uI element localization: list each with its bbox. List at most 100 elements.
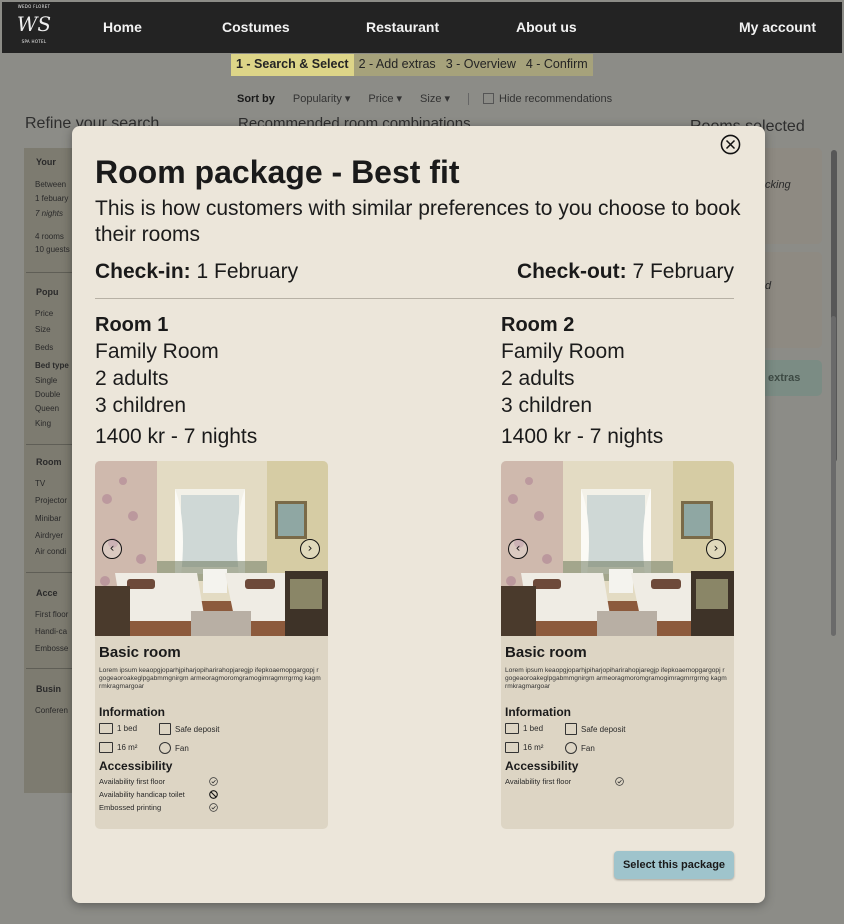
- sort-price[interactable]: Price ▾: [368, 92, 402, 105]
- chevron-left-icon[interactable]: ‹: [102, 539, 122, 559]
- room-heading: Room 1: [95, 314, 169, 336]
- bed-icon: [99, 723, 113, 734]
- filter-guests: 10 guests: [35, 245, 70, 254]
- hotel-logo[interactable]: WEDO FLORET WS SPA HOTEL: [14, 4, 54, 50]
- filter-conference[interactable]: Conferen: [35, 706, 68, 715]
- accessibility-heading: Accessibility: [99, 759, 173, 773]
- filter-your-heading[interactable]: Your: [36, 157, 56, 167]
- room-type: Family Room: [95, 340, 219, 363]
- booking-steps: 1 - Search & Select 2 - Add extras 3 - O…: [231, 54, 593, 76]
- nav-home[interactable]: Home: [103, 19, 142, 35]
- sort-popularity[interactable]: Popularity ▾: [293, 92, 351, 105]
- feature-beds: 1 bed: [505, 723, 543, 734]
- area-icon: [99, 742, 113, 753]
- filter-between: Between: [35, 180, 67, 189]
- chevron-right-icon[interactable]: ›: [300, 539, 320, 559]
- room-adults: 2 adults: [95, 367, 169, 390]
- fan-icon: [565, 742, 577, 754]
- filter-double[interactable]: Double: [35, 390, 60, 399]
- room-type: Family Room: [501, 340, 625, 363]
- bed-icon: [505, 723, 519, 734]
- filter-single[interactable]: Single: [35, 376, 57, 385]
- check-in-value: 1 February: [196, 260, 299, 283]
- hide-recommendations-toggle[interactable]: Hide recommendations: [468, 92, 612, 105]
- card-description: Lorem ipsum keaopgjoparhjpiharjopiharira…: [505, 667, 727, 690]
- close-icon[interactable]: [720, 134, 741, 155]
- accessibility-item: Availability first floor: [505, 777, 572, 786]
- step-search-select[interactable]: 1 - Search & Select: [231, 54, 354, 76]
- card-title: Basic room: [99, 644, 181, 661]
- filter-room-heading[interactable]: Room: [36, 457, 62, 467]
- filter-king[interactable]: King: [35, 419, 51, 428]
- check-circle-icon: [209, 803, 218, 812]
- safe-icon: [565, 723, 577, 735]
- room-price: 1400 kr - 7 nights: [501, 425, 664, 448]
- feature-safe: Safe deposit: [159, 723, 219, 735]
- sort-bar: Sort by Popularity ▾ Price ▾ Size ▾ Hide…: [237, 92, 612, 105]
- nav-about-us[interactable]: About us: [516, 19, 577, 35]
- filter-first-floor[interactable]: First floor: [35, 610, 68, 619]
- select-package-button[interactable]: Select this package: [614, 851, 734, 879]
- filter-bed-type: Bed type: [35, 361, 69, 370]
- filter-price[interactable]: Price: [35, 309, 53, 318]
- feature-beds: 1 bed: [99, 723, 137, 734]
- room-heading: Room 2: [501, 314, 575, 336]
- filter-minibar[interactable]: Minibar: [35, 514, 61, 523]
- chevron-right-icon[interactable]: ›: [706, 539, 726, 559]
- step-add-extras[interactable]: 2 - Add extras: [353, 54, 441, 76]
- filter-queen[interactable]: Queen: [35, 404, 59, 413]
- filter-rooms: 4 rooms: [35, 232, 64, 241]
- room-adults: 2 adults: [501, 367, 575, 390]
- information-heading: Information: [99, 705, 165, 719]
- room-summary-2: Room 2 Family Room 2 adults 3 children 1…: [501, 312, 734, 450]
- add-extras-label: extras: [768, 372, 801, 384]
- logo-bottom-text: SPA HOTEL: [21, 39, 47, 44]
- check-in-label: Check-in:: [95, 260, 191, 283]
- feature-safe: Safe deposit: [565, 723, 625, 735]
- information-heading: Information: [505, 705, 571, 719]
- room-children: 3 children: [501, 394, 593, 417]
- filter-business-heading[interactable]: Busin: [36, 684, 61, 694]
- accessibility-item: Embossed printing: [99, 803, 162, 812]
- filter-beds[interactable]: Beds: [35, 343, 53, 352]
- nav-restaurant[interactable]: Restaurant: [366, 19, 439, 35]
- feature-size: 16 m²: [99, 742, 137, 753]
- accessibility-item: Availability handicap toilet: [99, 790, 185, 799]
- filter-nights: 7 nights: [35, 209, 64, 218]
- check-circle-icon: [615, 777, 624, 786]
- nav-costumes[interactable]: Costumes: [222, 19, 290, 35]
- filter-dates: 1 febuary: [35, 194, 69, 203]
- room-photo: ‹ ›: [95, 461, 328, 636]
- accessibility-item: Availability first floor: [99, 777, 166, 786]
- filter-tv[interactable]: TV: [35, 479, 45, 488]
- nav-my-account[interactable]: My account: [739, 19, 816, 35]
- filter-handicap[interactable]: Handi-ca: [35, 627, 67, 636]
- room-package-modal: Room package - Best fit This is how cust…: [72, 126, 836, 903]
- filter-embossed[interactable]: Embosse: [35, 644, 68, 653]
- card-title: Basic room: [505, 644, 587, 661]
- chevron-left-icon[interactable]: ‹: [508, 539, 528, 559]
- hide-recommendations-checkbox[interactable]: [483, 93, 495, 105]
- check-out: Check-out: 7 February: [517, 260, 734, 284]
- modal-subtitle: This is how customers with similar prefe…: [95, 197, 741, 246]
- step-confirm[interactable]: 4 - Confirm: [520, 54, 593, 76]
- step-overview[interactable]: 3 - Overview: [440, 54, 521, 76]
- sort-size[interactable]: Size ▾: [420, 92, 450, 105]
- top-nav: WEDO FLORET WS SPA HOTEL Home Costumes R…: [2, 2, 842, 53]
- filter-projector[interactable]: Projector: [35, 496, 67, 505]
- room-summary-1: Room 1 Family Room 2 adults 3 children 1…: [95, 312, 328, 450]
- feature-fan: Fan: [159, 742, 189, 754]
- feature-size: 16 m²: [505, 742, 543, 753]
- filter-popular-heading[interactable]: Popu: [36, 287, 59, 297]
- filter-air-conditioning[interactable]: Air condi: [35, 547, 66, 556]
- check-out-label: Check-out:: [516, 260, 627, 283]
- card-description: Lorem ipsum keaopgjoparhjpiharjopiharira…: [99, 667, 321, 690]
- check-in: Check-in: 1 February: [95, 260, 298, 284]
- filter-airdryer[interactable]: Airdryer: [35, 531, 63, 540]
- selected-room-card-text: cking: [765, 179, 791, 191]
- selected-room-card: [760, 148, 822, 244]
- filter-accessibility-heading[interactable]: Acce: [36, 588, 58, 598]
- filter-size[interactable]: Size: [35, 325, 51, 334]
- selected-room-card-text: d: [765, 280, 772, 292]
- modal-scrollbar[interactable]: [831, 316, 836, 636]
